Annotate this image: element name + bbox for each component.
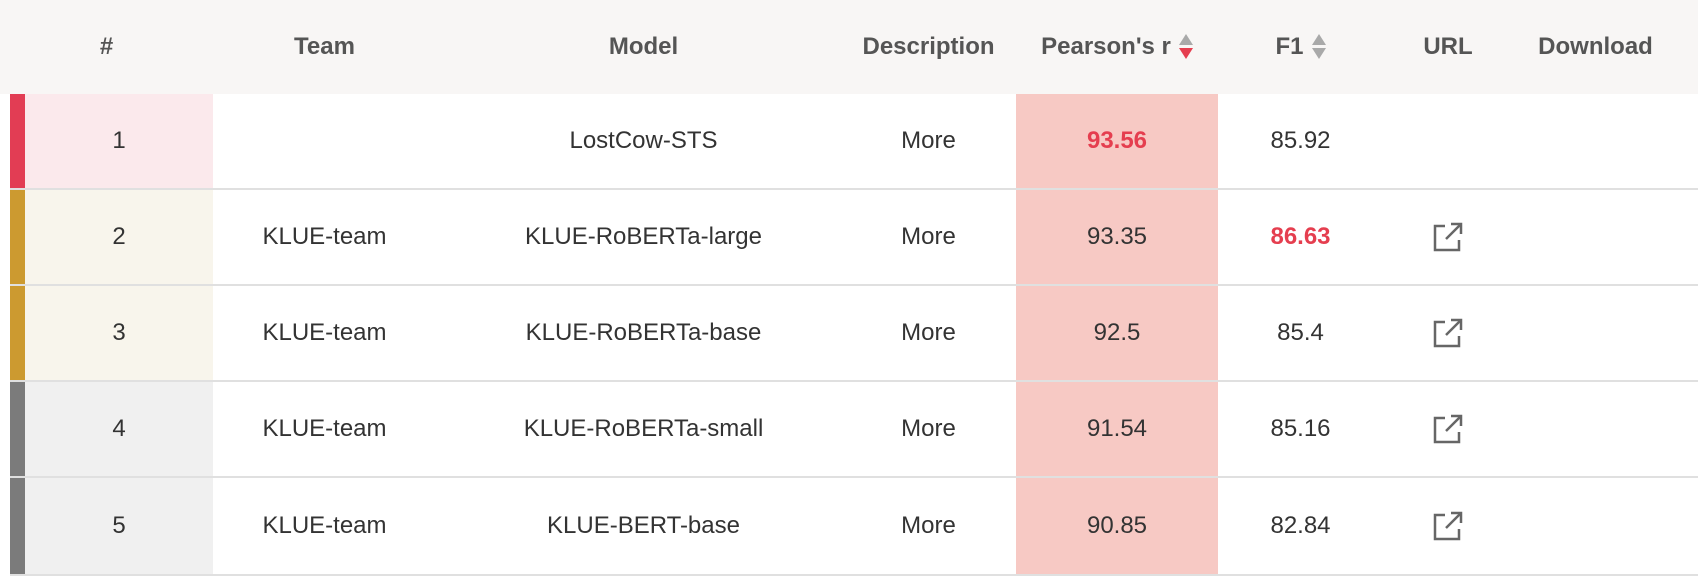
sort-icon[interactable] (1311, 33, 1326, 61)
model-cell: KLUE-RoBERTa-base (525, 319, 762, 346)
table-header: # Team Model Description Pearson's r F1 … (0, 0, 1698, 94)
header-download: Download (1538, 33, 1653, 60)
rank-cell: 1 (112, 127, 126, 154)
model-cell: KLUE-BERT-base (547, 512, 740, 539)
rank-indicator (10, 382, 25, 476)
model-cell: KLUE-RoBERTa-large (525, 223, 762, 250)
download-cell (1513, 94, 1678, 188)
external-link-icon[interactable] (1383, 190, 1513, 284)
description-more-link[interactable]: More (841, 478, 1016, 574)
table-row: 2 KLUE-team KLUE-RoBERTa-large More 93.3… (10, 190, 1698, 286)
table-row: 1 LostCow-STS More 93.56 85.92 (10, 94, 1698, 190)
header-url: URL (1423, 33, 1473, 60)
rank-cell: 3 (112, 319, 126, 346)
leaderboard-table: # Team Model Description Pearson's r F1 … (0, 0, 1698, 576)
pearson-cell: 92.5 (1093, 319, 1141, 346)
rank-cell: 5 (112, 512, 126, 539)
team-cell: KLUE-team (262, 415, 387, 442)
model-cell: LostCow-STS (569, 127, 718, 154)
download-cell (1513, 190, 1678, 284)
rank-indicator (10, 286, 25, 380)
external-link-icon[interactable] (1383, 478, 1513, 574)
external-link-icon[interactable] (1383, 286, 1513, 380)
team-cell (203, 94, 446, 188)
download-cell (1513, 478, 1678, 574)
description-more-link[interactable]: More (841, 190, 1016, 284)
url-cell (1383, 94, 1513, 188)
pearson-cell: 90.85 (1086, 512, 1148, 539)
f1-cell: 85.16 (1270, 415, 1331, 442)
download-cell (1513, 286, 1678, 380)
header-rank: # (99, 33, 114, 60)
pearson-cell: 91.54 (1086, 415, 1148, 442)
rank-indicator (10, 94, 25, 188)
download-cell (1513, 382, 1678, 476)
description-more-link[interactable]: More (841, 382, 1016, 476)
rank-cell: 2 (112, 223, 126, 250)
header-description: Description (862, 33, 995, 60)
header-team: Team (294, 33, 355, 60)
description-more-link[interactable]: More (841, 94, 1016, 188)
description-more-link[interactable]: More (841, 286, 1016, 380)
rank-indicator (10, 190, 25, 284)
table-row: 5 KLUE-team KLUE-BERT-base More 90.85 82… (10, 478, 1698, 576)
model-cell: KLUE-RoBERTa-small (523, 415, 764, 442)
table-row: 4 KLUE-team KLUE-RoBERTa-small More 91.5… (10, 382, 1698, 478)
team-cell: KLUE-team (262, 223, 387, 250)
external-link-icon[interactable] (1383, 382, 1513, 476)
f1-cell: 82.84 (1270, 512, 1331, 539)
f1-cell: 85.4 (1277, 319, 1324, 346)
header-model: Model (608, 33, 679, 60)
team-cell: KLUE-team (262, 319, 387, 346)
table-row: 3 KLUE-team KLUE-RoBERTa-base More 92.5 … (10, 286, 1698, 382)
f1-cell: 85.92 (1270, 127, 1331, 154)
header-f1-sort[interactable]: F1 (1218, 0, 1383, 94)
f1-cell: 86.63 (1270, 223, 1331, 250)
pearson-cell: 93.35 (1086, 223, 1148, 250)
pearson-cell: 93.56 (1086, 127, 1148, 154)
header-pearson-sort[interactable]: Pearson's r (1016, 0, 1218, 94)
rank-cell: 4 (112, 415, 126, 442)
rank-indicator (10, 478, 25, 574)
sort-icon[interactable] (1178, 33, 1193, 61)
team-cell: KLUE-team (262, 512, 387, 539)
